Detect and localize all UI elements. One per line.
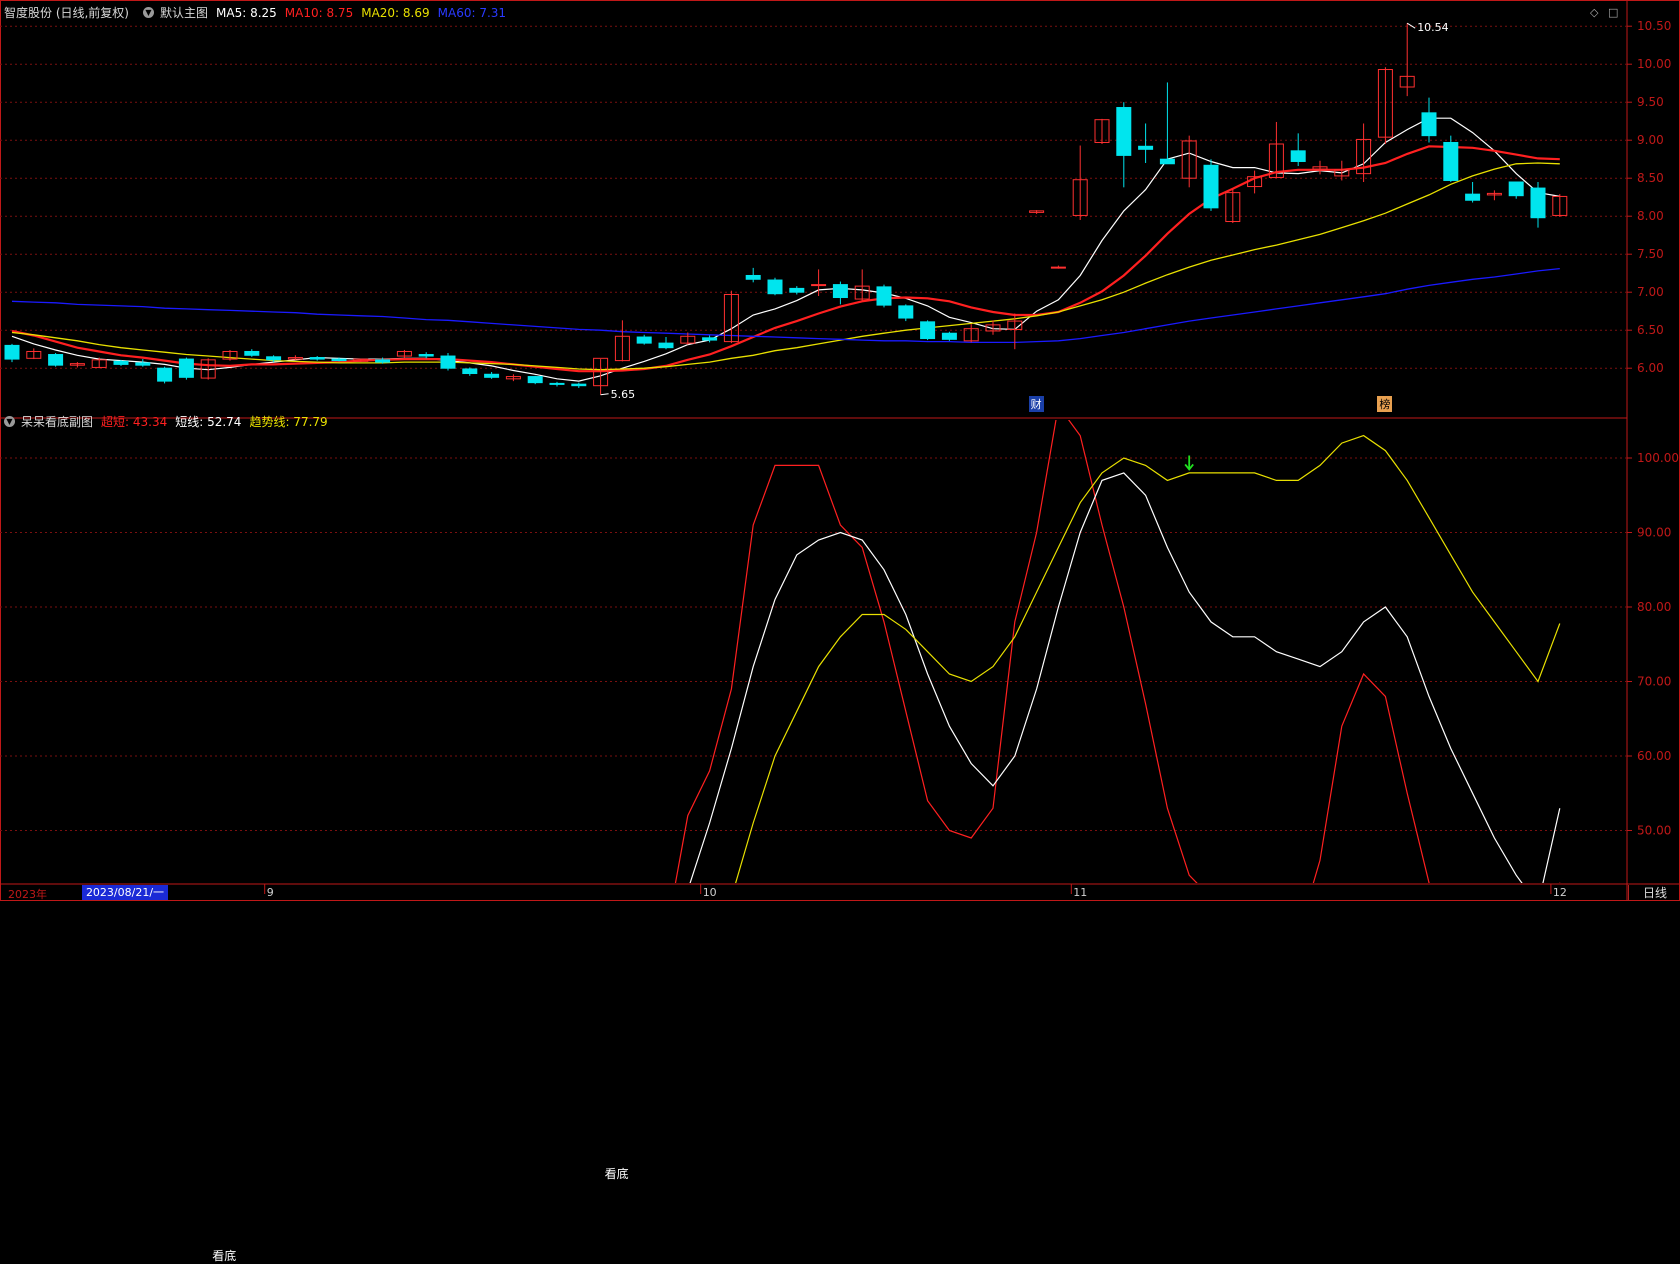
- y-tick-label: 10.00: [1637, 57, 1671, 71]
- candle: [745, 274, 761, 280]
- y-tick-label: 9.50: [1637, 95, 1664, 109]
- year-label: 2023年: [8, 888, 47, 901]
- candle: [1050, 266, 1066, 269]
- candle: [898, 305, 914, 319]
- y-tick-label: 7.00: [1637, 285, 1664, 299]
- main-chart-name[interactable]: 默认主图: [160, 4, 208, 21]
- month-label: 10: [702, 886, 717, 899]
- candle: [48, 354, 64, 366]
- candle: [375, 359, 391, 363]
- super-short-label: 超短: 43.34: [101, 415, 168, 429]
- diamond-icon[interactable]: ◇: [1590, 6, 1598, 19]
- kandi-signal-2: 看底: [604, 1167, 629, 1182]
- sub-chart-lines: [674, 420, 1561, 883]
- ma10-label: MA10: 8.75: [284, 5, 354, 20]
- y-tick-label: 80.00: [1637, 600, 1671, 614]
- sub-line-1: [689, 472, 1561, 883]
- candle: [157, 367, 173, 382]
- candle: [113, 360, 129, 365]
- cursor-date[interactable]: 2023/08/21/一: [82, 885, 168, 900]
- ma5-label: MA5: 8.25: [216, 5, 277, 20]
- sub-line-2: [735, 434, 1561, 883]
- month-label: 9: [266, 886, 274, 899]
- candle: [462, 368, 478, 375]
- candle: [1290, 150, 1306, 162]
- candle: [549, 382, 565, 385]
- month-label: 12: [1552, 886, 1567, 899]
- candle: [811, 284, 827, 287]
- candle: [244, 350, 260, 356]
- kandi-signal-1: 看底: [212, 1249, 237, 1264]
- low-price-marker: 5.65: [610, 387, 636, 401]
- candle: [331, 358, 347, 362]
- candle: [1159, 158, 1175, 165]
- candle: [4, 344, 20, 360]
- candle: [418, 354, 434, 357]
- candle: [702, 337, 718, 341]
- candle: [832, 284, 848, 299]
- y-tick-label: 50.00: [1637, 824, 1671, 838]
- candle: [266, 356, 282, 361]
- square-icon[interactable]: □: [1608, 6, 1618, 19]
- month-label: 11: [1073, 886, 1088, 899]
- candle: [1421, 112, 1437, 137]
- stock-title[interactable]: 智度股份 (日线,前复权): [4, 4, 129, 21]
- y-tick-label: 9.00: [1637, 133, 1664, 147]
- y-tick-label: 6.00: [1637, 361, 1664, 375]
- y-tick-label: 7.50: [1637, 247, 1664, 261]
- ma-line-ma5: [11, 117, 1560, 382]
- candle: [178, 358, 194, 378]
- candle: [309, 357, 325, 360]
- candle: [1443, 141, 1459, 181]
- ma20-label: MA20: 8.69: [361, 5, 430, 20]
- chart-canvas[interactable]: 10.50 10.00 9.50 9.00 8.50 8.00 7.50 7.00 6.50 6.…: [0, 0, 1680, 901]
- sub-chart-name[interactable]: 呆呆看底副图: [21, 413, 93, 430]
- ranking-event-marker[interactable]: 榜: [1377, 396, 1393, 412]
- y-tick-label: 70.00: [1637, 675, 1671, 689]
- finance-event-marker[interactable]: 财: [1028, 396, 1044, 412]
- candle: [1508, 181, 1524, 197]
- candle: [527, 376, 543, 384]
- candle: [941, 332, 957, 340]
- main-chart-header: 智度股份 (日线,前复权) ▼ 默认主图 MA5: 8.25 MA10: 8.7…: [4, 4, 510, 21]
- candle: [636, 336, 652, 344]
- y-tick-label: 8.00: [1637, 209, 1664, 223]
- sub-chart-menu-icon[interactable]: ▼: [4, 416, 15, 427]
- candle: [135, 362, 151, 366]
- y-tick-label: 8.50: [1637, 171, 1664, 185]
- chart-menu-icon[interactable]: ▼: [143, 7, 154, 18]
- candle: [1465, 193, 1481, 201]
- candle: [789, 287, 805, 293]
- short-line-label: 短线: 52.74: [175, 415, 242, 429]
- ma-line-ma60: [11, 267, 1560, 344]
- y-tick-label: 6.50: [1637, 323, 1664, 337]
- candle: [876, 286, 892, 306]
- y-tick-label: 60.00: [1637, 749, 1671, 763]
- high-price-marker: 10.54: [1417, 21, 1449, 35]
- y-tick-label: 10.50: [1637, 19, 1671, 33]
- candle: [1203, 164, 1219, 209]
- candle: [1530, 187, 1546, 219]
- candle: [920, 321, 936, 340]
- candle: [658, 342, 674, 349]
- candle: [1116, 107, 1132, 156]
- price-marker-arrow: [1406, 22, 1416, 29]
- price-marker-arrow: [600, 393, 609, 396]
- candle: [571, 383, 587, 387]
- candle: [767, 279, 783, 295]
- sub-line-0: [674, 420, 1561, 883]
- y-tick-label: 90.00: [1637, 526, 1671, 540]
- ma60-label: MA60: 7.31: [437, 5, 507, 20]
- y-tick-label: 100.00: [1637, 451, 1679, 465]
- ma-line-ma20: [11, 162, 1560, 371]
- sub-chart-header: ▼ 呆呆看底副图 超短: 43.34 短线: 52.74 趋势线: 77.79: [0, 413, 332, 430]
- candle: [1138, 145, 1154, 150]
- trend-line-label: 趋势线: 77.79: [249, 415, 328, 429]
- candle: [484, 373, 500, 378]
- period-selector[interactable]: 日线: [1628, 885, 1680, 901]
- candle: [440, 355, 456, 369]
